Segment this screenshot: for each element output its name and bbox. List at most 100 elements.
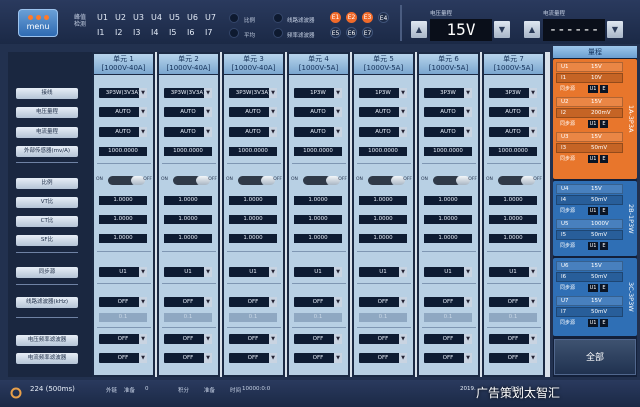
- voltage-range-select[interactable]: AUTO ▼: [489, 107, 537, 117]
- wiring-select[interactable]: 3P3W(3V3A) ▼: [229, 88, 277, 98]
- vt-ratio-input[interactable]: 1.0000: [229, 196, 277, 205]
- current-freq-filter-select[interactable]: OFF ▼: [489, 353, 537, 363]
- sf-ratio-input[interactable]: 1.0000: [99, 234, 147, 243]
- sf-ratio-input[interactable]: 1.0000: [294, 234, 342, 243]
- channel-u-4[interactable]: U4: [151, 13, 162, 22]
- current-range-up-button[interactable]: ▲: [524, 21, 540, 38]
- all-button[interactable]: 全部: [554, 339, 636, 375]
- sync-source-select[interactable]: U1 ▼: [294, 267, 342, 277]
- range-row[interactable]: U1 15V: [556, 62, 623, 72]
- current-range-select[interactable]: AUTO ▼: [359, 127, 407, 137]
- sync-row[interactable]: 同步源 U1 E: [556, 119, 623, 129]
- range-row[interactable]: U7 15V: [556, 296, 623, 306]
- current-range-select[interactable]: AUTO ▼: [99, 127, 147, 137]
- sync-row[interactable]: 同步源 U1 E: [556, 241, 623, 251]
- external-sensor-input[interactable]: 1000.0000: [489, 147, 537, 156]
- current-range-select[interactable]: AUTO ▼: [164, 127, 212, 137]
- sf-ratio-input[interactable]: 1.0000: [489, 234, 537, 243]
- wiring-select[interactable]: 1P3W ▼: [294, 88, 342, 98]
- channel-u-1[interactable]: U1: [97, 13, 108, 22]
- e-indicator-3[interactable]: E3: [362, 12, 373, 23]
- voltage-range-select[interactable]: AUTO ▼: [229, 107, 277, 117]
- wiring-select[interactable]: 3P3W(3V3A) ▼: [99, 88, 147, 98]
- channel-i-2[interactable]: I2: [115, 28, 122, 37]
- sf-ratio-input[interactable]: 1.0000: [164, 234, 212, 243]
- range-row[interactable]: U4 15V: [556, 184, 623, 194]
- range-row[interactable]: I1 10V: [556, 73, 623, 83]
- range-row[interactable]: U5 1000V: [556, 219, 623, 229]
- range-row[interactable]: U6 15V: [556, 261, 623, 271]
- sync-row[interactable]: 同步源 U1 E: [556, 283, 623, 293]
- voltage-range-down-button[interactable]: ▼: [494, 21, 510, 38]
- ratio-indicator[interactable]: [229, 13, 239, 23]
- voltage-freq-filter-select[interactable]: OFF ▼: [229, 334, 277, 344]
- external-sensor-input[interactable]: 1000.0000: [229, 147, 277, 156]
- ct-ratio-input[interactable]: 1.0000: [359, 215, 407, 224]
- sync-source-select[interactable]: U1 ▼: [164, 267, 212, 277]
- channel-u-3[interactable]: U3: [133, 13, 144, 22]
- voltage-freq-filter-select[interactable]: OFF ▼: [99, 334, 147, 344]
- avg-indicator[interactable]: [229, 28, 239, 38]
- external-sensor-input[interactable]: 1000.0000: [359, 147, 407, 156]
- channel-i-5[interactable]: I5: [169, 28, 176, 37]
- current-freq-filter-select[interactable]: OFF ▼: [99, 353, 147, 363]
- channel-i-1[interactable]: I1: [97, 28, 104, 37]
- channel-u-7[interactable]: U7: [205, 13, 216, 22]
- sync-row[interactable]: 同步源 U1 E: [556, 84, 623, 94]
- ct-ratio-input[interactable]: 1.0000: [164, 215, 212, 224]
- line-filter-select[interactable]: OFF ▼: [164, 297, 212, 307]
- sync-source-select[interactable]: U1 ▼: [99, 267, 147, 277]
- current-freq-filter-select[interactable]: OFF ▼: [229, 353, 277, 363]
- sync-row[interactable]: 同步源 U1 E: [556, 318, 623, 328]
- ratio-toggle[interactable]: ON OFF: [356, 176, 412, 186]
- voltage-range-select[interactable]: AUTO ▼: [359, 107, 407, 117]
- e-indicator-4[interactable]: E4: [378, 12, 389, 23]
- range-row[interactable]: U2 15V: [556, 97, 623, 107]
- sync-source-select[interactable]: U1 ▼: [229, 267, 277, 277]
- ratio-toggle[interactable]: ON OFF: [486, 176, 542, 186]
- ratio-toggle[interactable]: ON OFF: [421, 176, 477, 186]
- current-freq-filter-select[interactable]: OFF ▼: [294, 353, 342, 363]
- current-freq-filter-select[interactable]: OFF ▼: [164, 353, 212, 363]
- sync-row[interactable]: 同步源 U1 E: [556, 206, 623, 216]
- range-row[interactable]: I7 50mV: [556, 307, 623, 317]
- ct-ratio-input[interactable]: 1.0000: [229, 215, 277, 224]
- vt-ratio-input[interactable]: 1.0000: [489, 196, 537, 205]
- line-filter-select[interactable]: OFF ▼: [229, 297, 277, 307]
- voltage-freq-filter-select[interactable]: OFF ▼: [489, 334, 537, 344]
- sync-source-select[interactable]: U1 ▼: [489, 267, 537, 277]
- channel-i-3[interactable]: I3: [133, 28, 140, 37]
- line-filter-select[interactable]: OFF ▼: [99, 297, 147, 307]
- line-filter-select[interactable]: OFF ▼: [489, 297, 537, 307]
- e-indicator-2[interactable]: E2: [346, 12, 357, 23]
- channel-u-2[interactable]: U2: [115, 13, 126, 22]
- sync-source-select[interactable]: U1 ▼: [359, 267, 407, 277]
- range-row[interactable]: I4 50mV: [556, 195, 623, 205]
- channel-i-6[interactable]: I6: [187, 28, 194, 37]
- current-range-down-button[interactable]: ▼: [607, 21, 623, 38]
- sync-row[interactable]: 同步源 U1 E: [556, 154, 623, 164]
- wiring-select[interactable]: 3P3W ▼: [424, 88, 472, 98]
- current-range-select[interactable]: AUTO ▼: [424, 127, 472, 137]
- vt-ratio-input[interactable]: 1.0000: [164, 196, 212, 205]
- sync-source-select[interactable]: U1 ▼: [424, 267, 472, 277]
- vt-ratio-input[interactable]: 1.0000: [424, 196, 472, 205]
- ratio-toggle[interactable]: ON OFF: [291, 176, 347, 186]
- e-indicator-5[interactable]: E5: [330, 27, 341, 38]
- external-sensor-input[interactable]: 1000.0000: [424, 147, 472, 156]
- voltage-freq-filter-select[interactable]: OFF ▼: [359, 334, 407, 344]
- ct-ratio-input[interactable]: 1.0000: [489, 215, 537, 224]
- wiring-select[interactable]: 3P3W ▼: [489, 88, 537, 98]
- ct-ratio-input[interactable]: 1.0000: [99, 215, 147, 224]
- current-range-select[interactable]: AUTO ▼: [229, 127, 277, 137]
- channel-u-6[interactable]: U6: [187, 13, 198, 22]
- channel-i-7[interactable]: I7: [205, 28, 212, 37]
- range-row[interactable]: I3 50mV: [556, 143, 623, 153]
- voltage-freq-filter-select[interactable]: OFF ▼: [294, 334, 342, 344]
- vt-ratio-input[interactable]: 1.0000: [99, 196, 147, 205]
- line-filter-indicator[interactable]: [273, 13, 283, 23]
- external-sensor-input[interactable]: 1000.0000: [99, 147, 147, 156]
- ct-ratio-input[interactable]: 1.0000: [294, 215, 342, 224]
- range-row[interactable]: I5 50mV: [556, 230, 623, 240]
- e-indicator-7[interactable]: E7: [362, 27, 373, 38]
